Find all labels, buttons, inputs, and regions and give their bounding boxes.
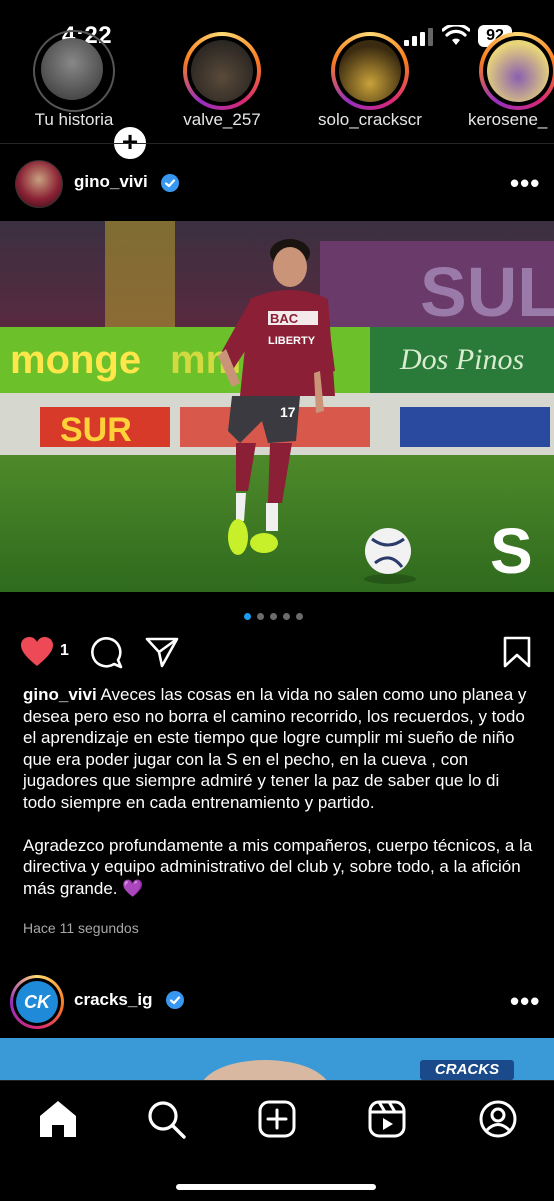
verified-badge-icon: [166, 991, 184, 1009]
like-heart-icon[interactable]: [20, 636, 54, 668]
story-label: solo_crackscr: [318, 110, 422, 129]
svg-text:monge: monge: [10, 338, 141, 382]
more-options-icon[interactable]: •••: [510, 986, 540, 1017]
search-icon[interactable]: [144, 1097, 188, 1141]
carousel-dot: [270, 613, 277, 620]
comment-icon[interactable]: [89, 635, 123, 669]
story-label: Tu historia: [34, 110, 114, 129]
verified-badge-icon: [161, 174, 179, 192]
caption-text: Aveces las cosas en la vida no salen com…: [23, 685, 527, 812]
bottom-tab-bar: [0, 1080, 554, 1201]
post-username[interactable]: gino_vivi: [74, 172, 148, 192]
create-icon[interactable]: [255, 1097, 299, 1141]
carousel-dot: [257, 613, 264, 620]
post-timestamp: Hace 11 segundos: [23, 920, 139, 936]
story-valve-257[interactable]: valve_257: [162, 32, 282, 140]
svg-text:SUR: SUR: [60, 411, 132, 449]
post-caption: gino_vivi Aveces las cosas en la vida no…: [23, 684, 533, 899]
carousel-dot: [283, 613, 290, 620]
home-icon[interactable]: [36, 1097, 80, 1141]
post2-banner: CRACKS: [420, 1060, 514, 1080]
save-bookmark-icon[interactable]: [503, 636, 531, 668]
svg-text:LIBERTY: LIBERTY: [268, 335, 316, 347]
reels-icon[interactable]: [365, 1097, 409, 1141]
carousel-dot: [296, 613, 303, 620]
caption-text-2: Agradezco profundamente a mis compañeros…: [23, 835, 533, 898]
svg-text:Dos Pinos: Dos Pinos: [399, 343, 524, 376]
post2-avatar: CK: [16, 981, 58, 1023]
svg-text:S: S: [490, 515, 533, 587]
profile-icon[interactable]: [476, 1097, 520, 1141]
post-photo[interactable]: SUL monge mm Dos Pinos SUR BAC LIBERTY 1…: [0, 221, 554, 592]
story-label: kerosene_: [468, 110, 548, 129]
home-indicator: [176, 1184, 376, 1190]
post2-username[interactable]: cracks_ig: [74, 990, 152, 1010]
story-solo-crackscr[interactable]: solo_crackscr: [310, 32, 430, 140]
post2-photo[interactable]: CRACKS: [0, 1038, 554, 1082]
post2-avatar-ring[interactable]: CK: [10, 975, 64, 1029]
story-your-story[interactable]: + Tu historia: [14, 30, 149, 162]
wifi-icon: [442, 25, 470, 45]
post-avatar[interactable]: [15, 160, 63, 208]
svg-text:17: 17: [280, 404, 296, 420]
cell-signal-icon: [404, 28, 433, 46]
more-options-icon[interactable]: •••: [510, 168, 540, 199]
caption-username[interactable]: gino_vivi: [23, 685, 97, 704]
story-label: valve_257: [183, 110, 261, 129]
svg-text:SUL: SUL: [420, 253, 554, 331]
like-count[interactable]: 1: [60, 642, 69, 660]
stories-divider: [0, 143, 554, 144]
share-icon[interactable]: [145, 636, 179, 668]
carousel-dot-active: [244, 613, 251, 620]
carousel-indicator: [244, 607, 309, 620]
story-kerosene[interactable]: kerosene_: [458, 32, 554, 140]
svg-text:BAC: BAC: [270, 311, 299, 326]
